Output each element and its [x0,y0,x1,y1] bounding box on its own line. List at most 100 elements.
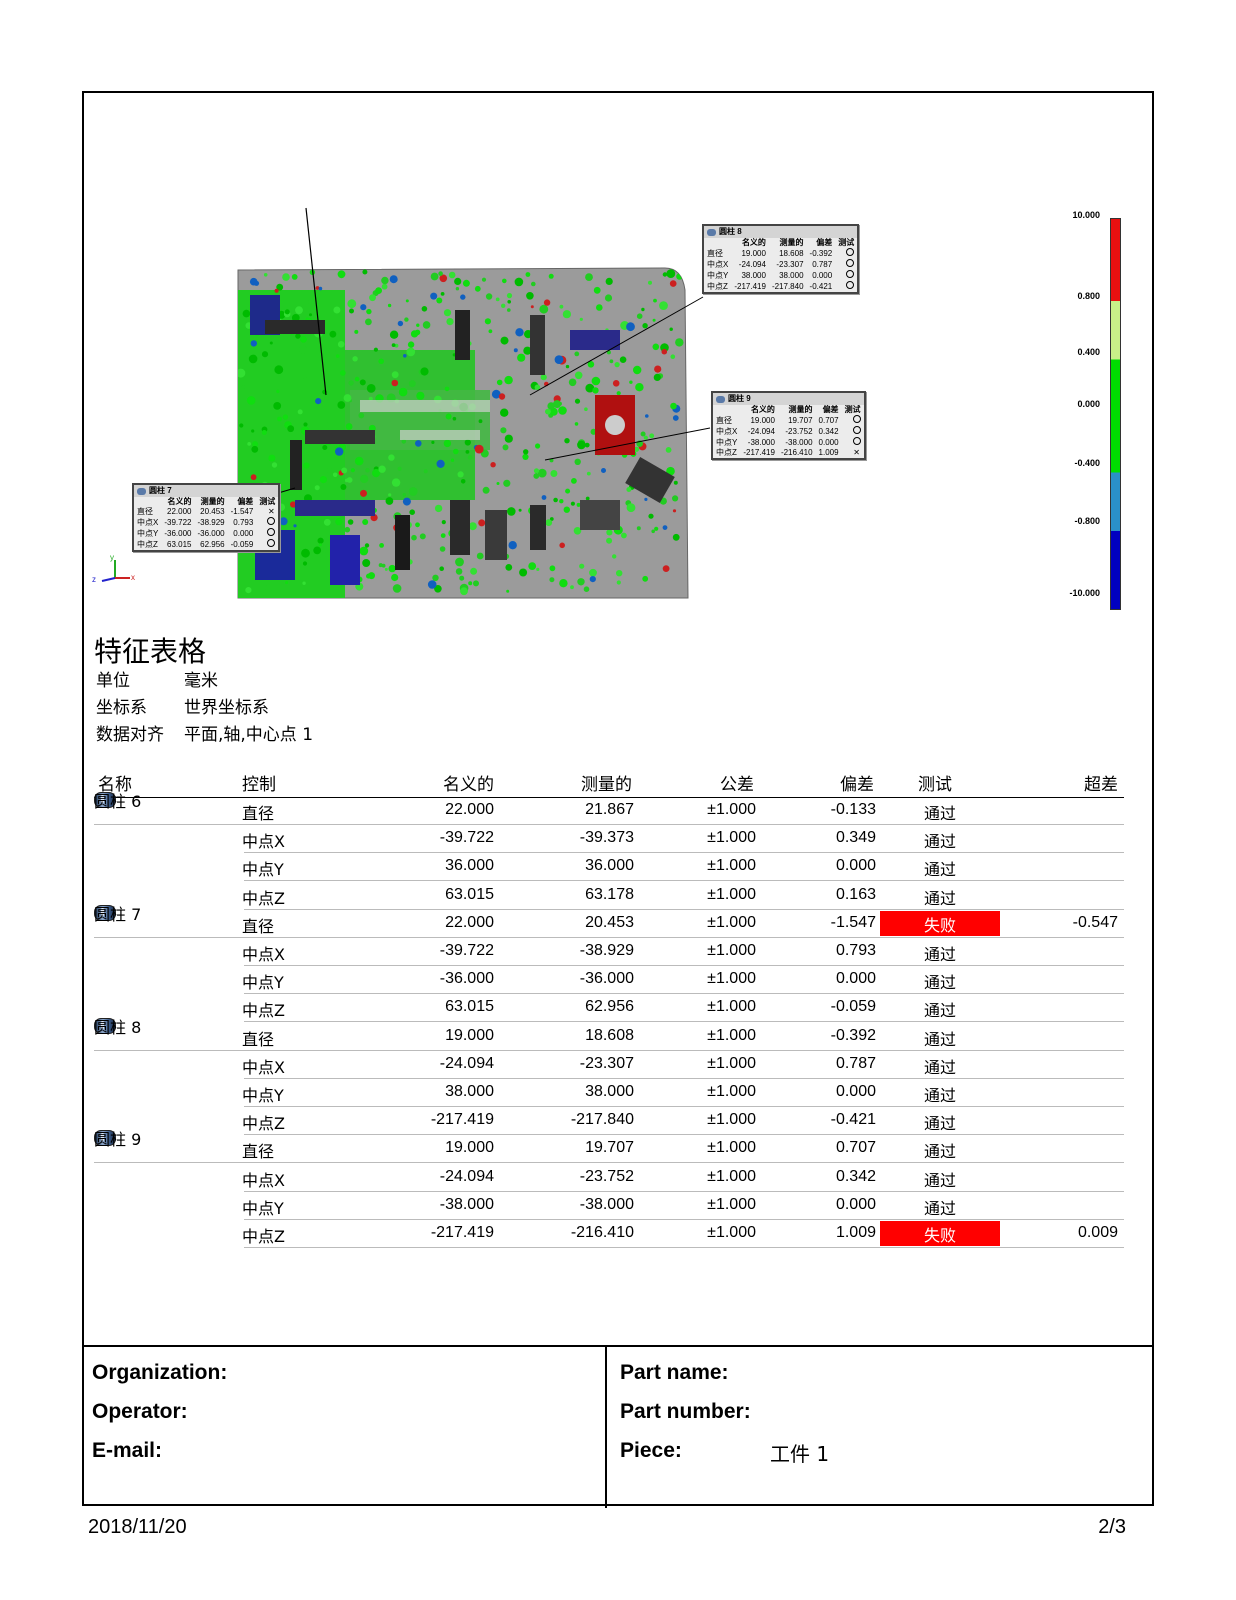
callout-cell: 0.707 [818,415,839,425]
callout-row: 中点X -24.094 -23.307 0.787 [704,259,857,270]
callout-col-header: 测试 [838,238,855,247]
test-pass-cell: 通过 [923,888,956,908]
callout-cell: 中点Y [707,270,729,280]
pass-circle-icon [256,528,278,539]
callout-cell: 中点Z [716,448,737,457]
nominal-cell: 22.000 [445,801,494,818]
callout-cell: -24.094 [747,426,775,436]
callout-cell: 中点X [716,426,738,436]
tolerance-cell: ±1.000 [707,1026,756,1044]
pass-circle-icon [835,281,857,292]
nominal-cell: -217.419 [430,1111,494,1129]
callout-cell: -217.419 [734,281,766,291]
legend-label: -10.000 [1069,588,1100,598]
callout-row: 中点Y 38.000 38.000 0.000 [704,270,857,281]
cross-icon: ✕ [267,507,275,516]
legend-label: 10.000 [1072,210,1100,220]
callout-col-header: 测量的 [200,497,225,506]
callout-cell: -36.000 [197,528,225,538]
part-name-label: Part name: [620,1361,729,1384]
callout-col-header: 偏差 [237,497,254,506]
organization-label: Organization: [92,1361,228,1384]
callout-cell: -0.059 [230,539,254,549]
test-pass-cell: 通过 [923,945,956,964]
report-date: 2018/11/20 [88,1516,187,1538]
callout-cell: -38.000 [747,437,775,447]
tolerance-cell: ±1.000 [707,998,756,1016]
table-row: 圆柱 6 直径 22.000 21.867 ±1.000 -0.133 通过 [94,792,1124,825]
nominal-cell: 19.000 [445,1026,494,1044]
callout-cell: 1.009 [818,448,839,457]
feature-name: 圆柱 9 [94,1130,142,1150]
operator-label: Operator: [92,1400,188,1423]
callout-cell: 62.956 [200,539,225,549]
table-row: 中点Z 63.015 63.178 ±1.000 0.163 通过 [94,882,1124,910]
pass-circle-icon [835,259,857,270]
measured-cell: 36.000 [585,857,634,875]
tolerance-cell: ±1.000 [707,942,756,959]
callout-cell: 中点X [707,259,729,269]
control-cell: 中点X [242,832,285,852]
axis-z-label: z [92,575,96,584]
legend-label: 0.800 [1077,291,1100,301]
table-row: 中点Z 63.015 62.956 ±1.000 -0.059 通过 [94,994,1124,1023]
test-pass-cell: 通过 [923,1198,956,1218]
cylinder-icon [707,228,716,236]
meta-unit: 单位 毫米 [96,666,218,691]
callout-cylinder-7[interactable]: 圆柱 7 名义的 测量的 偏差 测试 直径 22.000 20.453 -1.547 ✕ 中点X -… [132,483,281,552]
tolerance-cell: ±1.000 [707,1054,756,1072]
circle-icon [267,539,276,547]
callout-title: 圆柱 8 [719,227,742,236]
circle-icon [267,528,276,536]
axis-x-label: x [131,573,135,582]
nominal-cell: -36.000 [439,970,494,988]
callout-row: 中点Z 63.015 62.956 -0.059 [134,539,278,550]
report-footer: Organization: Operator: E-mail: Part nam… [82,1345,1154,1508]
callout-col-header [134,497,161,507]
callout-row: 中点Y -38.000 -38.000 0.000 [713,437,864,448]
tolerance-cell: ±1.000 [707,1224,756,1241]
callout-cell: -217.419 [743,448,775,457]
callout-cell: -216.410 [780,448,813,457]
table-row: 中点X -24.094 -23.307 ±1.000 0.787 通过 [94,1051,1124,1079]
measured-cell: -23.307 [579,1054,634,1072]
callout-cell: -36.000 [164,528,192,538]
tolerance-cell: ±1.000 [707,1083,756,1100]
callout-row: 中点Z -217.419 -217.840 -0.421 [704,281,857,292]
nominal-cell: 36.000 [445,857,494,875]
callout-col-header: 测试 [259,497,276,506]
nominal-cell: -39.722 [439,942,494,959]
meta-alignment: 数据对齐 平面,轴,中心点 1 [96,720,313,745]
table-row: 圆柱 8 直径 19.000 18.608 ±1.000 -0.392 通过 [94,1017,1124,1051]
footer-divider [605,1347,607,1508]
callout-col-header: 名义的 [167,497,192,506]
control-cell: 中点X [242,945,285,964]
callout-cell: -23.752 [785,426,813,436]
tolerance-cell: ±1.000 [707,1195,756,1213]
table-row: 中点X -39.722 -38.929 ±1.000 0.793 通过 [94,938,1124,966]
circle-icon [852,426,861,434]
row-divider [244,1247,1124,1248]
callout-cylinder-8[interactable]: 圆柱 8 名义的 测量的 偏差 测试 直径 19.000 18.608 -0.392 中点X -2… [702,224,860,294]
control-cell: 直径 [242,1142,275,1162]
callout-cell: 中点Y [716,437,738,447]
control-cell: 直径 [242,916,275,936]
table-row: 中点X -24.094 -23.752 ±1.000 0.342 通过 [94,1164,1124,1192]
table-row: 中点Y 38.000 38.000 ±1.000 0.000 通过 [94,1079,1124,1107]
deviation-cell: 0.787 [835,1054,876,1072]
tolerance-cell: ±1.000 [707,801,756,818]
cylinder-icon [137,487,146,495]
callout-col-header: 测量的 [779,238,804,247]
callout-cell: -217.840 [771,281,804,291]
measured-cell: -38.000 [579,1195,634,1213]
table-row: 中点Y -38.000 -38.000 ±1.000 0.000 通过 [94,1192,1124,1220]
pass-circle-icon [842,415,864,426]
out-of-tolerance-cell: -0.547 [1072,913,1118,931]
callout-cylinder-9[interactable]: 圆柱 9 名义的 测量的 偏差 测试 直径 19.000 19.707 0.707 中点X -24… [711,391,866,460]
callout-cell: 中点Z [707,281,728,291]
callout-col-header: 测量的 [788,405,813,414]
table-row: 中点Y -36.000 -36.000 ±1.000 0.000 通过 [94,966,1124,995]
tolerance-cell: ±1.000 [707,970,756,988]
callout-cell: 0.000 [233,528,254,538]
test-pass-cell: 通过 [923,860,956,880]
